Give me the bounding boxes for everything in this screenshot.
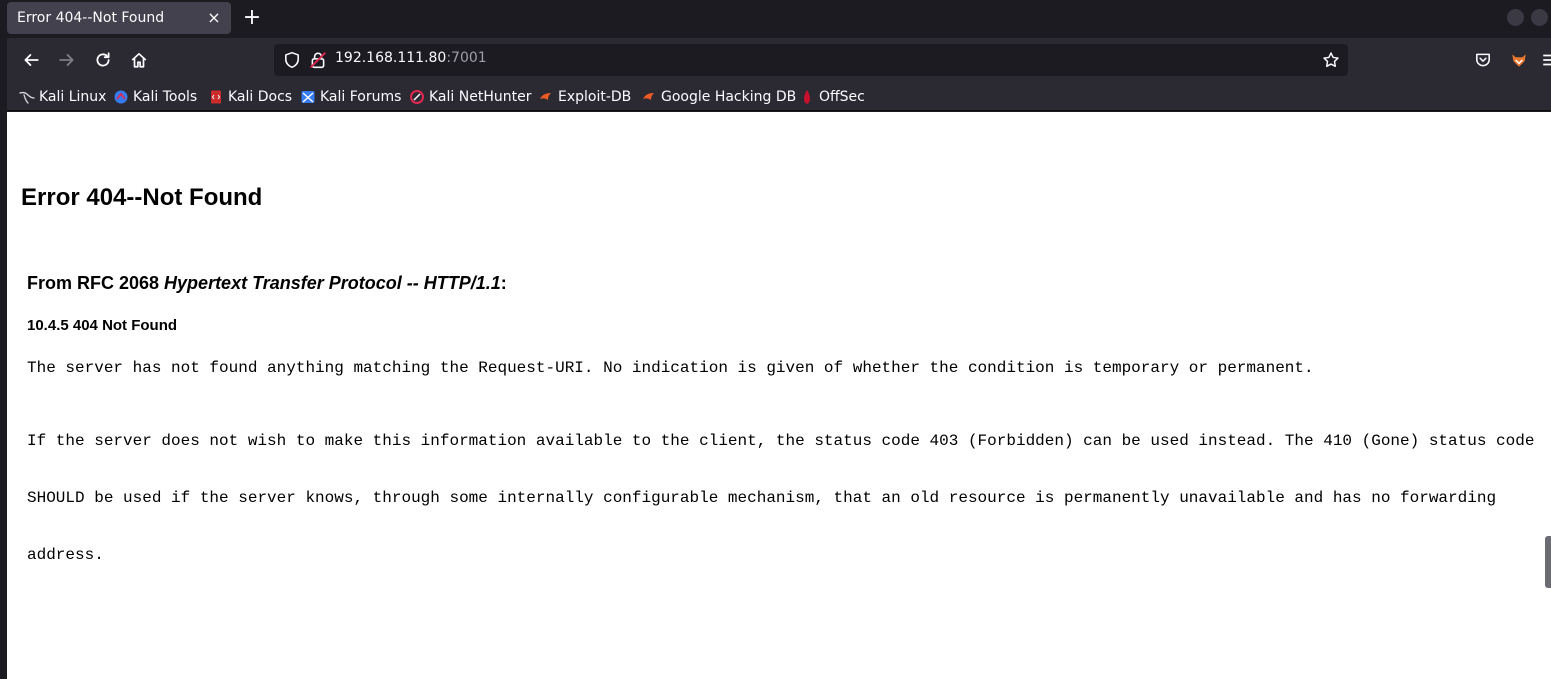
hamburger-menu-icon (1543, 54, 1551, 66)
bookmark-kali-linux[interactable]: Kali Linux (19, 87, 106, 107)
reload-button[interactable] (89, 46, 117, 74)
bookmarks-toolbar: Kali Linux Kali Tools Kali Docs Kali For… (0, 82, 1551, 111)
insecure-lock-icon[interactable] (309, 51, 327, 69)
ghdb-icon (643, 93, 654, 100)
url-text[interactable]: 192.168.111.80:7001 (335, 50, 487, 66)
arrow-left-icon (24, 54, 39, 66)
page-content: Error 404--Not Found From RFC 2068 Hyper… (7, 112, 1551, 679)
url-port: :7001 (446, 50, 487, 66)
bookmark-kali-nethunter[interactable]: Kali NetHunter (409, 87, 531, 107)
bookmark-kali-forums[interactable]: Kali Forums (300, 87, 401, 107)
paragraph-description: The server has not found anything matchi… (27, 359, 1314, 377)
bookmark-label: Kali Tools (133, 89, 198, 105)
url-bar[interactable]: 192.168.111.80:7001 (274, 44, 1348, 76)
minimize-window-button[interactable] (1507, 9, 1524, 26)
kali-tools-icon (114, 90, 128, 104)
rfc-suffix: : (500, 273, 507, 293)
bookmark-google-hacking-db[interactable]: Google Hacking DB (641, 87, 796, 107)
tab-close-icon[interactable]: × (205, 9, 223, 27)
bookmark-offsec[interactable]: OffSec (799, 87, 865, 107)
kali-dragon-icon (19, 91, 35, 104)
rfc-title: Hypertext Transfer Protocol -- HTTP/1.1 (164, 273, 501, 293)
tab-strip: Error 404--Not Found × + (0, 0, 1551, 38)
bookmark-label: Kali Docs (228, 89, 293, 105)
url-host: 192.168.111.80 (335, 50, 447, 66)
arrow-right-icon (59, 54, 74, 66)
back-button[interactable] (17, 46, 45, 74)
bookmark-label: Kali Forums (320, 89, 402, 105)
pocket-button[interactable] (1469, 46, 1497, 74)
shield-icon[interactable] (283, 51, 301, 69)
bookmark-label: Kali NetHunter (429, 89, 532, 105)
navigation-toolbar: 192.168.111.80:7001 (0, 38, 1551, 82)
paragraph-line: SHOULD be used if the server knows, thro… (27, 489, 1497, 507)
page-title: Error 404--Not Found (21, 184, 263, 211)
tab-title: Error 404--Not Found (17, 10, 165, 26)
scrollbar-thumb[interactable] (1545, 536, 1551, 588)
rfc-prefix: From RFC 2068 (27, 273, 165, 293)
kali-forums-icon (301, 91, 315, 103)
section-heading: 10.4.5 404 Not Found (27, 317, 178, 334)
extension-button[interactable] (1505, 46, 1533, 74)
paragraph-line: If the server does not wish to make this… (27, 432, 1535, 450)
new-tab-button[interactable]: + (239, 4, 265, 32)
bookmark-kali-docs[interactable]: Kali Docs (208, 87, 292, 107)
menu-button[interactable] (1541, 46, 1551, 74)
reload-icon (96, 52, 110, 67)
bookmark-label: Kali Linux (39, 89, 107, 105)
pocket-icon (1476, 53, 1490, 67)
bookmark-label: Exploit-DB (558, 89, 632, 105)
fox-extension-icon (1512, 54, 1526, 67)
nethunter-icon (410, 90, 424, 104)
home-icon (131, 52, 147, 68)
offsec-icon (804, 90, 810, 104)
forward-button[interactable] (53, 46, 81, 74)
home-button[interactable] (125, 46, 153, 74)
paragraph-forbidden-note: If the server does not wish to make this… (27, 394, 1534, 603)
window-left-edge (0, 38, 7, 679)
star-icon[interactable] (1322, 51, 1340, 69)
tab-active[interactable]: Error 404--Not Found × (7, 2, 231, 34)
bookmark-label: OffSec (819, 89, 865, 105)
bookmark-kali-tools[interactable]: Kali Tools (113, 87, 197, 107)
bookmark-exploit-db[interactable]: Exploit-DB (538, 87, 631, 107)
rfc-heading: From RFC 2068 Hypertext Transfer Protoco… (27, 273, 507, 294)
exploit-db-icon (540, 93, 551, 100)
kali-docs-icon (211, 90, 221, 104)
maximize-window-button[interactable] (1531, 9, 1548, 26)
bookmark-label: Google Hacking DB (661, 89, 797, 105)
paragraph-line: address. (27, 546, 104, 564)
